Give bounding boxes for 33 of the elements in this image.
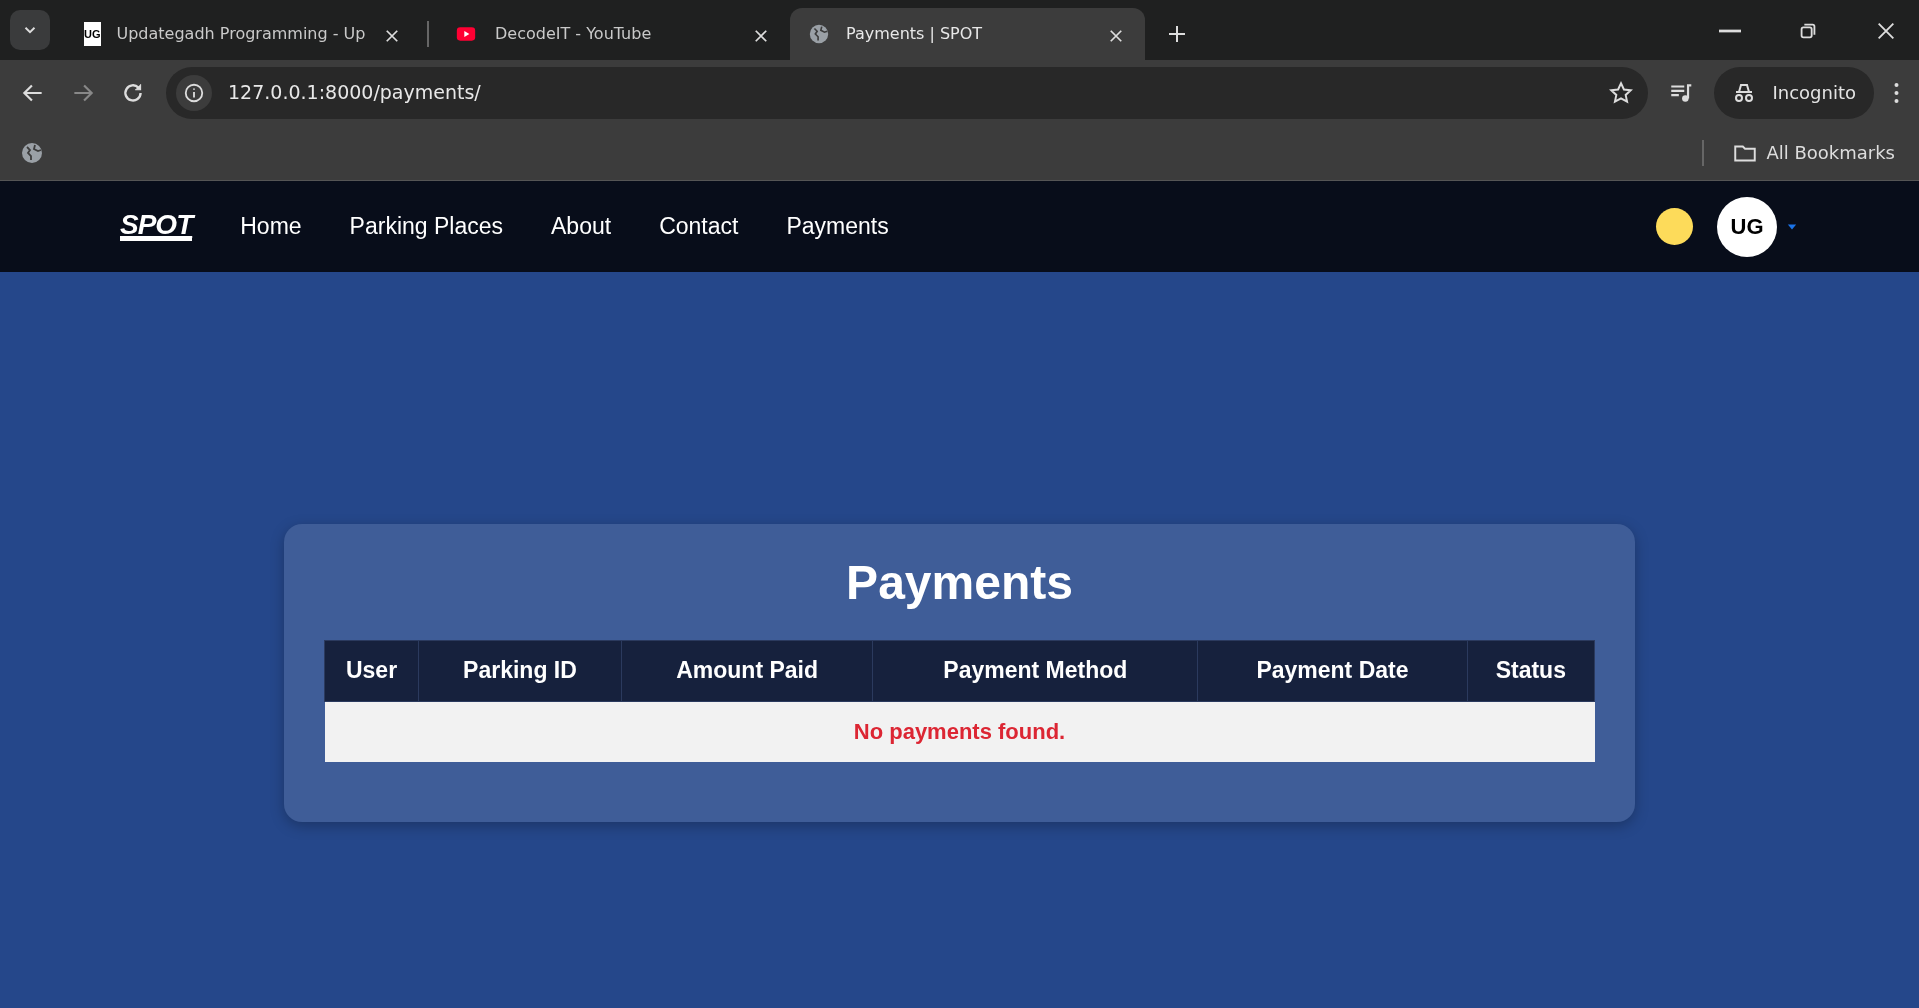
browser-tab[interactable]: DecodeIT - YouTube (435, 8, 790, 60)
column-header: Parking ID (418, 640, 622, 702)
nav-link[interactable]: Contact (659, 201, 739, 252)
empty-message: No payments found. (324, 701, 1595, 763)
close-icon (385, 28, 400, 43)
info-icon (183, 81, 205, 104)
close-icon (1875, 20, 1897, 42)
nav-link[interactable]: Parking Places (349, 201, 503, 252)
column-header: Payment Method (872, 640, 1198, 702)
minimize-icon (1719, 29, 1741, 33)
page-title: Payments (845, 555, 1074, 611)
globe-icon (20, 140, 44, 165)
globe-icon (808, 23, 830, 45)
close-icon (754, 28, 768, 43)
brand-logo[interactable]: SPOT (120, 211, 193, 242)
column-header: Status (1467, 640, 1595, 702)
star-icon (1608, 79, 1635, 106)
logo-icon: UG (84, 22, 101, 46)
nav-link[interactable]: About (551, 201, 612, 252)
nav-link[interactable]: Payments (786, 201, 889, 252)
all-bookmarks-button[interactable]: All Bookmarks (1728, 135, 1899, 170)
close-icon (1109, 28, 1123, 43)
more-vertical-icon (1894, 82, 1899, 103)
avatar-button[interactable]: UG (1717, 196, 1777, 257)
nav-link[interactable]: Home (240, 201, 302, 252)
column-header: Amount Paid (621, 640, 873, 702)
incognito-button[interactable]: Incognito (1714, 66, 1874, 119)
address-bar[interactable]: 127.0.0.1:8000/payments/ (166, 66, 1649, 119)
theme-toggle[interactable] (1656, 208, 1693, 245)
column-header: Payment Date (1197, 640, 1468, 702)
browser-tab[interactable]: UG Updategadh Programming - Up (66, 8, 421, 60)
browser-tab[interactable]: Payments | SPOT (790, 8, 1145, 60)
column-header: User (324, 640, 419, 702)
